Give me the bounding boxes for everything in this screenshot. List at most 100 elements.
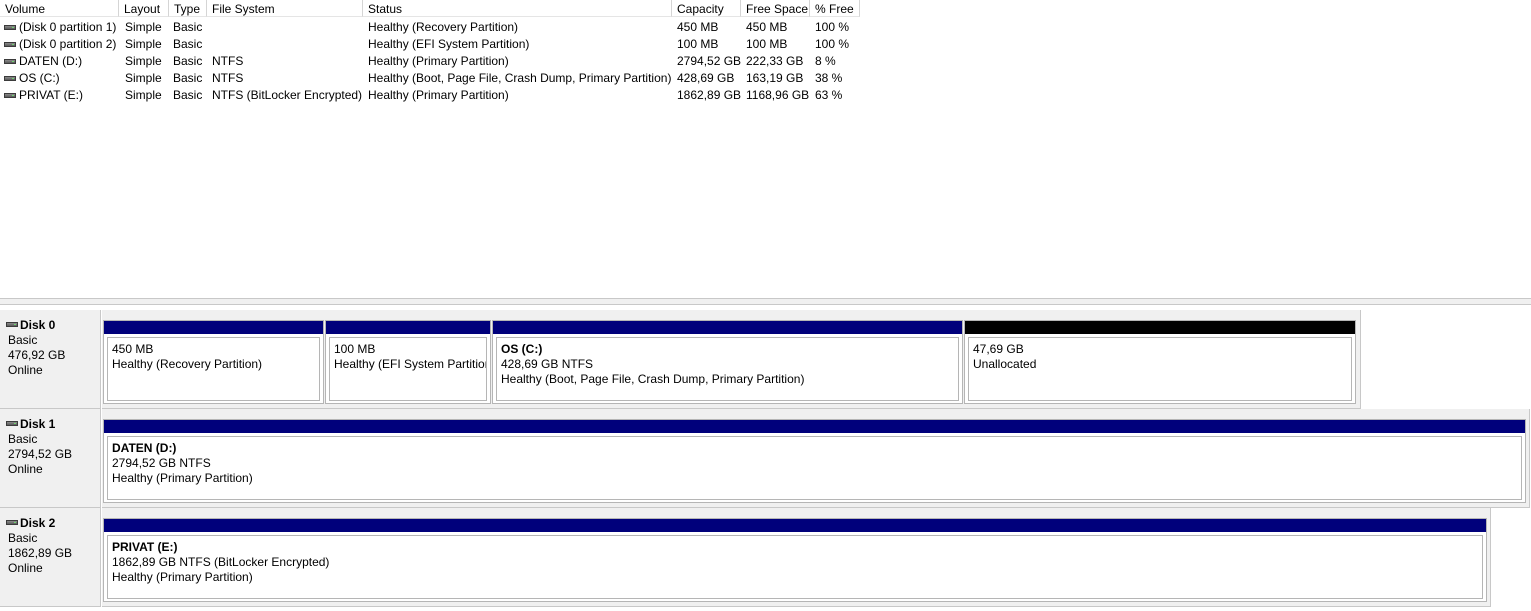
volume-layout: Simple: [125, 20, 162, 34]
volume-type: Basic: [173, 20, 203, 34]
disk-size: 1862,89 GB: [8, 546, 73, 560]
volume-status: Healthy (Recovery Partition): [368, 20, 519, 34]
disk-size: 476,92 GB: [8, 348, 66, 362]
partition-detail: 100 MB: [334, 342, 376, 356]
drive-icon: [4, 42, 16, 47]
drive-icon: [4, 25, 16, 30]
partition-name: PRIVAT (E:): [112, 540, 178, 554]
volume-name: (Disk 0 partition 2): [19, 37, 117, 51]
disk-map: Disk 0 Basic 476,92 GB Online 450 MB Hea…: [0, 305, 1531, 611]
partition-bar: [104, 321, 323, 334]
disk-type: Basic: [8, 531, 38, 545]
partition-status: Unallocated: [973, 357, 1037, 371]
column-header-volume[interactable]: Volume: [0, 0, 119, 17]
disk-partitions: 450 MB Healthy (Recovery Partition) 100 …: [102, 310, 1361, 409]
volume-layout: Simple: [125, 71, 162, 85]
volume-name: (Disk 0 partition 1): [19, 20, 117, 34]
partition-detail: 2794,52 GB NTFS: [112, 456, 211, 470]
volume-type: Basic: [173, 88, 203, 102]
partition-bar: [104, 519, 1486, 532]
disk-label[interactable]: Disk 2 Basic 1862,89 GB Online: [0, 508, 101, 607]
disk-row: Disk 0 Basic 476,92 GB Online 450 MB Hea…: [0, 310, 1531, 409]
volume-name: PRIVAT (E:): [19, 88, 84, 102]
volume-type: Basic: [173, 54, 203, 68]
partition-block[interactable]: 450 MB Healthy (Recovery Partition): [103, 320, 324, 404]
pane-splitter[interactable]: [0, 298, 1531, 305]
volume-row[interactable]: OS (C:) Simple Basic NTFS Healthy (Boot,…: [0, 70, 860, 87]
partition-block[interactable]: DATEN (D:) 2794,52 GB NTFS Healthy (Prim…: [103, 419, 1526, 503]
volume-name: OS (C:): [19, 71, 60, 85]
disk-name: Disk 2: [2, 516, 100, 531]
volume-free-space: 450 MB: [746, 20, 788, 34]
partition-name: DATEN (D:): [112, 441, 177, 455]
column-header-row: Volume Layout Type File System Status Ca…: [0, 0, 1531, 18]
partition-detail: 428,69 GB NTFS: [501, 357, 594, 371]
partition-bar: [326, 321, 490, 334]
partition-status: Healthy (Boot, Page File, Crash Dump, Pr…: [501, 372, 805, 386]
volume-free-space: 222,33 GB: [746, 54, 804, 68]
column-header-capacity[interactable]: Capacity: [672, 0, 741, 17]
volume-layout: Simple: [125, 37, 162, 51]
disk-type: Basic: [8, 333, 38, 347]
disk-status: Online: [8, 561, 43, 575]
partition-status: Healthy (Recovery Partition): [112, 357, 263, 371]
drive-icon: [4, 59, 16, 64]
disk-label[interactable]: Disk 1 Basic 2794,52 GB Online: [0, 409, 101, 508]
partition-block[interactable]: PRIVAT (E:) 1862,89 GB NTFS (BitLocker E…: [103, 518, 1487, 602]
disk-name: Disk 1: [2, 417, 100, 432]
disk-size: 2794,52 GB: [8, 447, 73, 461]
disk-row: Disk 1 Basic 2794,52 GB Online DATEN (D:…: [0, 409, 1531, 508]
disk-partitions: DATEN (D:) 2794,52 GB NTFS Healthy (Prim…: [102, 409, 1530, 508]
partition-block-unallocated[interactable]: 47,69 GB Unallocated: [964, 320, 1356, 404]
column-header-status[interactable]: Status: [363, 0, 672, 17]
volume-file-system: NTFS (BitLocker Encrypted): [212, 88, 363, 102]
disk-label[interactable]: Disk 0 Basic 476,92 GB Online: [0, 310, 101, 409]
volume-capacity: 450 MB: [677, 20, 719, 34]
partition-block[interactable]: OS (C:) 428,69 GB NTFS Healthy (Boot, Pa…: [492, 320, 963, 404]
volume-capacity: 100 MB: [677, 37, 719, 51]
partition-status: Healthy (EFI System Partition: [334, 357, 487, 371]
volume-capacity: 428,69 GB: [677, 71, 735, 85]
partition-name: OS (C:): [501, 342, 543, 356]
volume-percent-free: 8 %: [815, 54, 836, 68]
drive-icon: [6, 421, 18, 426]
volume-percent-free: 63 %: [815, 88, 843, 102]
partition-bar: [493, 321, 962, 334]
volume-free-space: 163,19 GB: [746, 71, 804, 85]
partition-status: Healthy (Primary Partition): [112, 471, 253, 485]
partition-status: Healthy (Primary Partition): [112, 570, 253, 584]
volume-row[interactable]: (Disk 0 partition 1) Simple Basic Health…: [0, 19, 860, 36]
disk-name: Disk 0: [2, 318, 100, 333]
volume-list[interactable]: Volume Layout Type File System Status Ca…: [0, 0, 1531, 298]
drive-icon: [4, 93, 16, 98]
column-header-percent-free[interactable]: % Free: [810, 0, 860, 17]
volume-percent-free: 38 %: [815, 71, 843, 85]
disk-status: Online: [8, 462, 43, 476]
volume-free-space: 1168,96 GB: [746, 88, 810, 102]
column-header-layout[interactable]: Layout: [119, 0, 169, 17]
column-header-type[interactable]: Type: [169, 0, 207, 17]
partition-bar: [965, 321, 1355, 334]
volume-percent-free: 100 %: [815, 20, 850, 34]
volume-status: Healthy (EFI System Partition): [368, 37, 530, 51]
disk-status: Online: [8, 363, 43, 377]
disk-type: Basic: [8, 432, 38, 446]
column-header-file-system[interactable]: File System: [207, 0, 363, 17]
volume-type: Basic: [173, 37, 203, 51]
partition-block[interactable]: 100 MB Healthy (EFI System Partition: [325, 320, 491, 404]
volume-file-system: NTFS: [212, 71, 244, 85]
volume-row[interactable]: DATEN (D:) Simple Basic NTFS Healthy (Pr…: [0, 53, 860, 70]
partition-detail: 47,69 GB: [973, 342, 1024, 356]
volume-row[interactable]: PRIVAT (E:) Simple Basic NTFS (BitLocker…: [0, 87, 860, 104]
volume-status: Healthy (Primary Partition): [368, 54, 509, 68]
volume-name: DATEN (D:): [19, 54, 83, 68]
column-header-free-space[interactable]: Free Space: [741, 0, 810, 17]
partition-detail: 450 MB: [112, 342, 154, 356]
volume-percent-free: 100 %: [815, 37, 850, 51]
volume-status: Healthy (Boot, Page File, Crash Dump, Pr…: [368, 71, 672, 85]
volume-layout: Simple: [125, 88, 162, 102]
volume-row[interactable]: (Disk 0 partition 2) Simple Basic Health…: [0, 36, 860, 53]
partition-bar: [104, 420, 1525, 433]
drive-icon: [6, 520, 18, 525]
volume-status: Healthy (Primary Partition): [368, 88, 509, 102]
